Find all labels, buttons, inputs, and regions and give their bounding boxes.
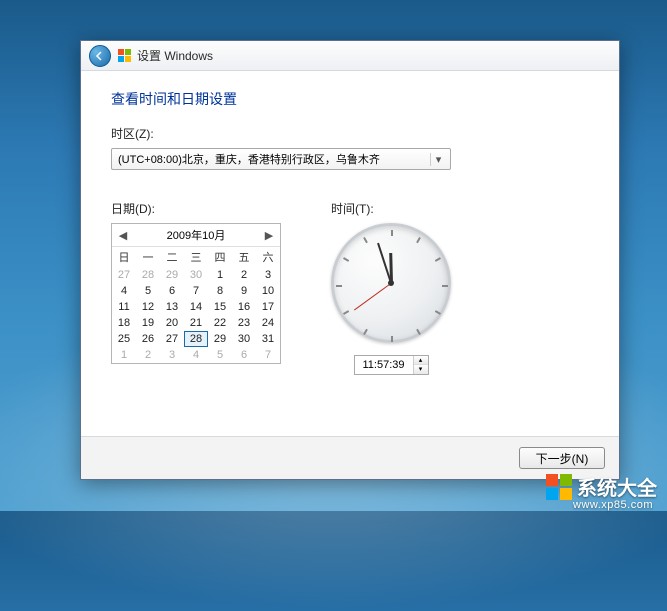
calendar-day[interactable]: 30 xyxy=(184,267,208,283)
windows-icon xyxy=(117,49,131,63)
calendar: ◀ 2009年10月 ▶ 日一二三四五六 2728293012345678910… xyxy=(111,223,281,364)
calendar-day[interactable]: 21 xyxy=(184,315,208,331)
calendar-day[interactable]: 24 xyxy=(256,315,280,331)
calendar-day[interactable]: 5 xyxy=(208,347,232,363)
calendar-dow: 四 xyxy=(208,247,232,267)
clock-tick xyxy=(343,310,349,315)
clock-center-icon xyxy=(388,280,394,286)
clock-tick xyxy=(343,257,349,262)
calendar-day[interactable]: 2 xyxy=(136,347,160,363)
calendar-month-title: 2009年10月 xyxy=(130,227,262,243)
clock-tick xyxy=(363,237,368,243)
clock-tick xyxy=(416,329,421,335)
calendar-day[interactable]: 19 xyxy=(136,315,160,331)
clock-tick xyxy=(435,310,441,315)
back-arrow-icon xyxy=(95,51,105,61)
watermark-url: www.xp85.com xyxy=(573,499,653,511)
page-title: 查看时间和日期设置 xyxy=(111,89,589,109)
calendar-day[interactable]: 11 xyxy=(112,299,136,315)
calendar-day[interactable]: 28 xyxy=(184,331,208,347)
prev-month-button[interactable]: ◀ xyxy=(116,229,130,242)
watermark: 系统大全 xyxy=(545,472,657,501)
calendar-day[interactable]: 25 xyxy=(112,331,136,347)
calendar-day[interactable]: 3 xyxy=(256,267,280,283)
time-spin-up-button[interactable]: ▴ xyxy=(414,356,428,365)
clock-tick xyxy=(391,336,393,342)
date-label: 日期(D): xyxy=(111,200,281,217)
calendar-dow: 六 xyxy=(256,247,280,267)
back-button[interactable] xyxy=(89,45,111,67)
calendar-day[interactable]: 23 xyxy=(232,315,256,331)
calendar-day[interactable]: 4 xyxy=(112,283,136,299)
clock-tick xyxy=(363,329,368,335)
timezone-selected-value: (UTC+08:00)北京，重庆，香港特别行政区，乌鲁木齐 xyxy=(118,151,380,167)
time-spin-down-button[interactable]: ▾ xyxy=(414,365,428,374)
calendar-dow: 一 xyxy=(136,247,160,267)
calendar-day[interactable]: 7 xyxy=(256,347,280,363)
calendar-day[interactable]: 31 xyxy=(256,331,280,347)
calendar-dow: 三 xyxy=(184,247,208,267)
calendar-dow: 二 xyxy=(160,247,184,267)
calendar-day[interactable]: 5 xyxy=(136,283,160,299)
next-month-button[interactable]: ▶ xyxy=(262,229,276,242)
calendar-day[interactable]: 27 xyxy=(112,267,136,283)
time-spinner[interactable]: ▴ ▾ xyxy=(354,355,429,375)
calendar-day[interactable]: 9 xyxy=(232,283,256,299)
calendar-day[interactable]: 10 xyxy=(256,283,280,299)
calendar-day[interactable]: 1 xyxy=(112,347,136,363)
calendar-dow: 五 xyxy=(232,247,256,267)
calendar-dow: 日 xyxy=(112,247,136,267)
dialog-footer: 下一步(N) xyxy=(81,436,619,479)
calendar-day[interactable]: 27 xyxy=(160,331,184,347)
calendar-day[interactable]: 16 xyxy=(232,299,256,315)
calendar-day[interactable]: 4 xyxy=(184,347,208,363)
analog-clock xyxy=(331,223,451,343)
calendar-day[interactable]: 20 xyxy=(160,315,184,331)
calendar-day[interactable]: 2 xyxy=(232,267,256,283)
time-label: 时间(T): xyxy=(331,200,451,217)
calendar-day[interactable]: 22 xyxy=(208,315,232,331)
calendar-day[interactable]: 14 xyxy=(184,299,208,315)
clock-tick xyxy=(416,237,421,243)
calendar-day[interactable]: 18 xyxy=(112,315,136,331)
clock-tick xyxy=(336,285,342,287)
calendar-day[interactable]: 15 xyxy=(208,299,232,315)
watermark-text: 系统大全 xyxy=(577,472,657,501)
calendar-day[interactable]: 8 xyxy=(208,283,232,299)
calendar-day[interactable]: 6 xyxy=(160,283,184,299)
timezone-label: 时区(Z): xyxy=(111,125,589,142)
setup-dialog: 设置 Windows 查看时间和日期设置 时区(Z): (UTC+08:00)北… xyxy=(80,40,620,480)
calendar-day[interactable]: 26 xyxy=(136,331,160,347)
clock-tick xyxy=(391,230,393,236)
calendar-day[interactable]: 12 xyxy=(136,299,160,315)
titlebar-text: 设置 Windows xyxy=(137,47,213,64)
second-hand xyxy=(353,283,391,311)
dropdown-arrow-icon: ▾ xyxy=(430,153,446,166)
clock-tick xyxy=(442,285,448,287)
calendar-day[interactable]: 30 xyxy=(232,331,256,347)
calendar-day[interactable]: 3 xyxy=(160,347,184,363)
watermark-logo-icon xyxy=(545,473,573,501)
calendar-day[interactable]: 6 xyxy=(232,347,256,363)
calendar-day[interactable]: 28 xyxy=(136,267,160,283)
timezone-select[interactable]: (UTC+08:00)北京，重庆，香港特别行政区，乌鲁木齐 ▾ xyxy=(111,148,451,170)
calendar-day[interactable]: 17 xyxy=(256,299,280,315)
calendar-day[interactable]: 7 xyxy=(184,283,208,299)
clock-tick xyxy=(435,257,441,262)
titlebar: 设置 Windows xyxy=(81,41,619,71)
calendar-day[interactable]: 13 xyxy=(160,299,184,315)
time-input[interactable] xyxy=(355,359,413,371)
calendar-day[interactable]: 1 xyxy=(208,267,232,283)
content-area: 查看时间和日期设置 时区(Z): (UTC+08:00)北京，重庆，香港特别行政… xyxy=(81,71,619,436)
calendar-day[interactable]: 29 xyxy=(208,331,232,347)
next-button[interactable]: 下一步(N) xyxy=(519,447,605,469)
calendar-day[interactable]: 29 xyxy=(160,267,184,283)
